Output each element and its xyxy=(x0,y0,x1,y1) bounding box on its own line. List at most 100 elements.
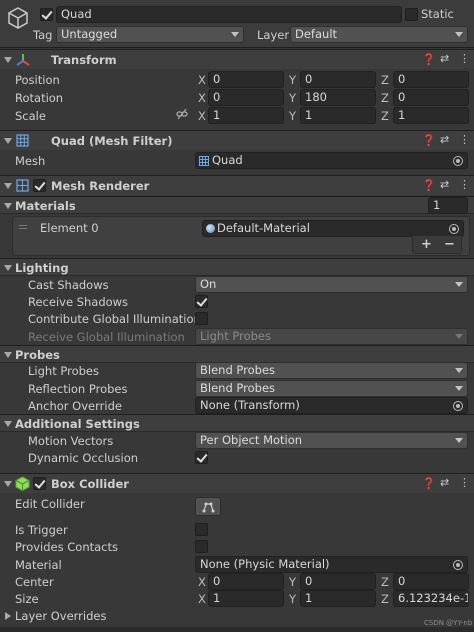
object-picker-icon[interactable] xyxy=(449,224,459,234)
mesh-filter-title: Quad (Mesh Filter) xyxy=(51,134,173,148)
foldout-arrow-icon[interactable] xyxy=(4,203,12,209)
size-label: Size xyxy=(15,592,39,606)
gameobject-name-field[interactable]: Quad xyxy=(56,6,402,23)
center-z-field[interactable]: 0 xyxy=(393,573,469,590)
scale-z-axis[interactable]: Z xyxy=(381,109,389,123)
size-z-field[interactable]: 6.123234e-17 xyxy=(393,590,469,607)
transform-header[interactable]: Transform ❓ ⇄ ⋮ xyxy=(0,49,474,69)
reflection-probes-dropdown[interactable]: Blend Probes xyxy=(195,380,468,397)
dynamic-occlusion-checkbox[interactable] xyxy=(195,451,208,464)
element0-material-field[interactable]: Default-Material xyxy=(202,220,464,237)
size-z-axis[interactable]: Z xyxy=(381,592,389,606)
layer-dropdown[interactable]: Default xyxy=(290,26,468,43)
scale-z-field[interactable]: 1 xyxy=(393,107,469,124)
context-menu-icon[interactable]: ⋮ xyxy=(459,178,470,191)
layer-label: Layer xyxy=(257,28,290,42)
rotation-z-axis[interactable]: Z xyxy=(381,91,389,105)
rotation-z-field[interactable]: 0 xyxy=(393,89,469,106)
transform-icon xyxy=(16,54,30,66)
foldout-arrow-icon[interactable] xyxy=(4,352,12,358)
scale-y-axis[interactable]: Y xyxy=(289,109,296,123)
cast-shadows-dropdown[interactable]: On xyxy=(195,276,468,293)
size-y-axis[interactable]: Y xyxy=(289,592,296,606)
layer-overrides-label[interactable]: Layer Overrides xyxy=(15,609,106,623)
remove-element-button[interactable]: − xyxy=(444,237,455,252)
help-icon[interactable]: ❓ xyxy=(422,477,436,490)
gameobject-active-checkbox[interactable] xyxy=(40,8,53,21)
foldout-arrow-icon[interactable] xyxy=(4,183,12,189)
scale-x-field[interactable]: 1 xyxy=(208,107,284,124)
object-picker-icon[interactable] xyxy=(453,156,463,166)
constrain-proportions-icon[interactable] xyxy=(176,108,188,120)
element0-label: Element 0 xyxy=(40,221,99,235)
help-icon[interactable]: ❓ xyxy=(422,53,436,66)
scale-y-field[interactable]: 1 xyxy=(300,107,376,124)
materials-section-header[interactable]: Materials 1 xyxy=(0,196,474,214)
layer-overrides-foldout-icon[interactable] xyxy=(5,612,11,620)
rotation-x-field[interactable]: 0 xyxy=(208,89,284,106)
mesh-renderer-icon xyxy=(16,179,29,192)
edit-collider-button[interactable] xyxy=(195,497,221,516)
foldout-arrow-icon[interactable] xyxy=(4,138,12,144)
help-icon[interactable]: ❓ xyxy=(422,179,436,192)
center-x-axis[interactable]: X xyxy=(198,575,206,589)
material-sphere-icon xyxy=(206,224,215,233)
position-x-field[interactable]: 0 xyxy=(208,71,284,88)
center-y-field[interactable]: 0 xyxy=(300,573,376,590)
context-menu-icon[interactable]: ⋮ xyxy=(459,133,470,146)
center-x-field[interactable]: 0 xyxy=(208,573,284,590)
foldout-arrow-icon[interactable] xyxy=(4,481,12,487)
center-z-axis[interactable]: Z xyxy=(381,575,389,589)
receive-shadows-checkbox[interactable] xyxy=(195,295,208,308)
mesh-filter-header[interactable]: Quad (Mesh Filter) ❓ ⇄ ⋮ xyxy=(0,130,474,150)
position-label: Position xyxy=(15,73,60,87)
anchor-override-field[interactable]: None (Transform) xyxy=(195,397,468,414)
object-picker-icon[interactable] xyxy=(453,401,463,411)
preset-icon[interactable]: ⇄ xyxy=(440,52,449,65)
size-y-field[interactable]: 1 xyxy=(300,590,376,607)
tag-dropdown[interactable]: Untagged xyxy=(56,26,244,43)
rotation-x-axis[interactable]: X xyxy=(198,91,206,105)
position-y-axis[interactable]: Y xyxy=(289,73,296,87)
position-y-field[interactable]: 0 xyxy=(300,71,376,88)
context-menu-icon[interactable]: ⋮ xyxy=(459,52,470,65)
context-menu-icon[interactable]: ⋮ xyxy=(459,476,470,489)
box-collider-header[interactable]: Box Collider ❓ ⇄ ⋮ xyxy=(0,473,474,493)
foldout-arrow-icon[interactable] xyxy=(4,421,12,427)
scale-x-axis[interactable]: X xyxy=(198,109,206,123)
position-x-axis[interactable]: X xyxy=(198,73,206,87)
contribute-gi-checkbox[interactable] xyxy=(195,312,208,325)
drag-handle-icon[interactable] xyxy=(19,225,27,229)
physic-material-field[interactable]: None (Physic Material) xyxy=(195,556,468,573)
probes-section-header[interactable]: Probes xyxy=(0,345,474,363)
position-z-axis[interactable]: Z xyxy=(381,73,389,87)
light-probes-dropdown[interactable]: Blend Probes xyxy=(195,362,468,379)
mesh-object-field[interactable]: Quad xyxy=(195,152,468,169)
motion-vectors-dropdown[interactable]: Per Object Motion xyxy=(195,432,468,449)
add-element-button[interactable]: + xyxy=(421,237,432,252)
lighting-section-header[interactable]: Lighting xyxy=(0,258,474,276)
rotation-y-field[interactable]: 180 xyxy=(300,89,376,106)
provides-contacts-checkbox[interactable] xyxy=(195,540,208,553)
foldout-arrow-icon[interactable] xyxy=(4,57,12,63)
help-icon[interactable]: ❓ xyxy=(422,134,436,147)
position-z-field[interactable]: 0 xyxy=(393,71,469,88)
rotation-y-axis[interactable]: Y xyxy=(289,91,296,105)
box-collider-enabled-checkbox[interactable] xyxy=(33,477,46,490)
static-checkbox[interactable] xyxy=(405,8,418,21)
size-x-axis[interactable]: X xyxy=(198,592,206,606)
mesh-renderer-enabled-checkbox[interactable] xyxy=(33,179,46,192)
additional-settings-header[interactable]: Additional Settings xyxy=(0,414,474,432)
preset-icon[interactable]: ⇄ xyxy=(440,178,449,191)
chevron-down-icon xyxy=(455,368,463,373)
foldout-arrow-icon[interactable] xyxy=(4,265,12,271)
mesh-renderer-header[interactable]: Mesh Renderer ❓ ⇄ ⋮ xyxy=(0,175,474,195)
center-y-axis[interactable]: Y xyxy=(289,575,296,589)
chevron-down-icon xyxy=(455,386,463,391)
materials-count-field[interactable]: 1 xyxy=(428,197,468,214)
size-x-field[interactable]: 1 xyxy=(208,590,284,607)
object-picker-icon[interactable] xyxy=(453,560,463,570)
is-trigger-checkbox[interactable] xyxy=(195,523,208,536)
preset-icon[interactable]: ⇄ xyxy=(440,476,449,489)
preset-icon[interactable]: ⇄ xyxy=(440,133,449,146)
